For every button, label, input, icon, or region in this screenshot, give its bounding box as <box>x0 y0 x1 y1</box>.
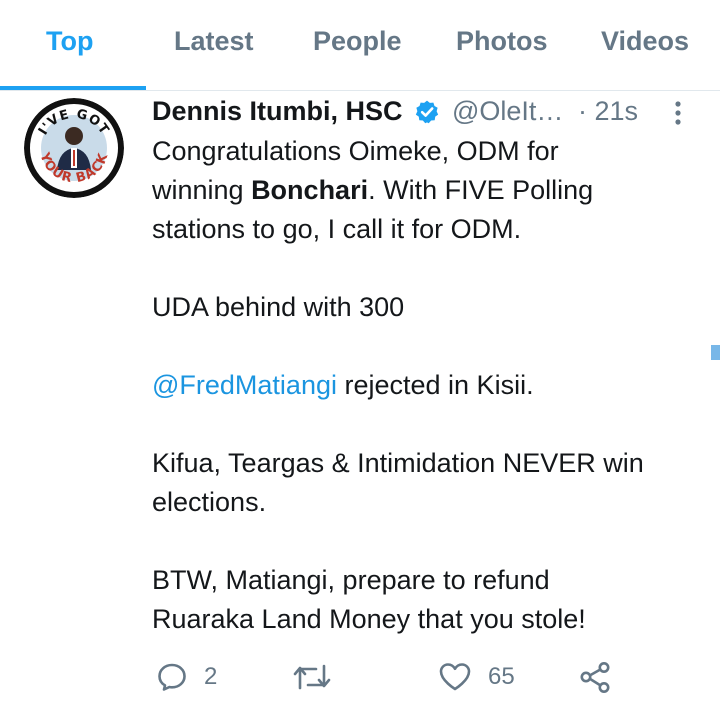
avatar-image: I'VE GOT YOUR BACK <box>24 98 124 198</box>
tweet-line: stations to go, I call it for ODM. <box>152 214 522 244</box>
tab-people[interactable]: People <box>313 26 402 57</box>
like-icon <box>439 663 471 691</box>
reply-count: 2 <box>204 663 218 690</box>
avatar[interactable]: I'VE GOT YOUR BACK <box>24 98 124 198</box>
tab-latest[interactable]: Latest <box>174 26 254 57</box>
search-tabs: Top Latest People Photos Videos <box>0 0 720 91</box>
like-button[interactable]: 65 <box>438 656 528 696</box>
tweet-line: winning Bonchari. With FIVE Polling <box>152 171 712 210</box>
tweet-line: @FredMatiangi rejected in Kisii. <box>152 366 712 405</box>
tweet-bold-text: Bonchari <box>251 175 369 205</box>
reply-button[interactable]: 2 <box>152 656 232 696</box>
share-button[interactable] <box>578 656 618 696</box>
reply-icon <box>158 663 186 691</box>
tweet-line: elections. <box>152 487 267 517</box>
scrollbar-thumb[interactable] <box>711 345 720 360</box>
verified-badge-icon <box>415 100 439 124</box>
like-count: 65 <box>488 663 515 690</box>
tab-top[interactable]: Top <box>46 26 93 57</box>
tweet-header: Dennis Itumbi, HSC @OleIt… · 21s <box>152 96 712 132</box>
tweet-line: Kifua, Teargas & Intimidation NEVER win <box>152 448 644 478</box>
retweet-button[interactable] <box>292 656 352 696</box>
tweet-text-run: . With FIVE Polling <box>368 175 594 205</box>
author-name[interactable]: Dennis Itumbi, HSC <box>152 96 403 127</box>
tweet-line: BTW, Matiangi, prepare to refund <box>152 565 550 595</box>
share-icon <box>580 662 610 693</box>
tweet-text: Congratulations Oimeke, ODM for winning … <box>152 132 712 639</box>
tweet-text-run: winning <box>152 175 252 205</box>
tweet-actions: 2 65 <box>152 656 672 696</box>
retweet-icon <box>293 664 331 690</box>
active-tab-indicator <box>0 86 146 90</box>
tweet-line: Congratulations Oimeke, ODM for <box>152 136 559 166</box>
author-handle[interactable]: @OleIt… <box>452 96 563 127</box>
mention-link[interactable]: @FredMatiangi <box>152 370 337 400</box>
tweet-line: Ruaraka Land Money that you stole! <box>152 604 586 634</box>
tab-videos[interactable]: Videos <box>601 26 689 57</box>
tweet-timestamp[interactable]: · 21s <box>578 96 638 127</box>
tweet-text-run: rejected in Kisii. <box>336 370 534 400</box>
tweet-line: UDA behind with 300 <box>152 292 405 322</box>
more-vertical-icon[interactable] <box>672 100 684 126</box>
tab-photos[interactable]: Photos <box>456 26 548 57</box>
